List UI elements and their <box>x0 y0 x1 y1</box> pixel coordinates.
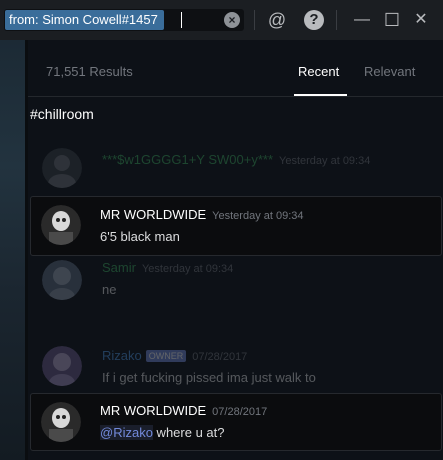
toolbar-divider <box>254 10 255 30</box>
message-content: ne <box>102 282 117 297</box>
search-result-message[interactable]: ***$w1GGGG1+Y SW00+y*** Yesterday at 09:3… <box>30 146 440 190</box>
message-author[interactable]: Samir <box>102 260 136 275</box>
maximize-icon[interactable]: ☐ <box>381 9 403 31</box>
search-result-message[interactable]: MR WORLDWIDE Yesterday at 09:34 6'5 black… <box>30 196 442 256</box>
close-icon[interactable]: ✕ <box>410 9 432 31</box>
message-timestamp: Yesterday at 09:34 <box>279 155 371 167</box>
minimize-icon[interactable]: — <box>351 9 373 31</box>
mention-icon[interactable]: @ <box>266 9 288 31</box>
user-mention[interactable]: @Rizako <box>100 425 153 440</box>
message-author[interactable]: MR WORLDWIDE <box>100 403 206 418</box>
search-result-message[interactable]: MR WORLDWIDE 07/28/2017 @Rizako where u a… <box>30 393 442 451</box>
channel-name[interactable]: #chillroom <box>30 106 94 122</box>
message-content: 6'5 black man <box>100 229 180 244</box>
message-content: If i get fucking pissed ima just walk to <box>102 370 316 385</box>
message-author[interactable]: MR WORLDWIDE <box>100 207 206 222</box>
avatar[interactable] <box>42 148 82 188</box>
owner-badge: OWNER <box>145 350 187 362</box>
search-query-token[interactable]: from: Simon Cowell#1457 <box>5 10 164 30</box>
results-count: 71,551 Results <box>46 64 133 79</box>
avatar[interactable] <box>42 260 82 300</box>
tab-recent[interactable]: Recent <box>298 64 339 79</box>
avatar[interactable] <box>41 402 81 442</box>
message-timestamp: Yesterday at 09:34 <box>212 210 304 222</box>
search-input[interactable]: from: Simon Cowell#1457 × <box>4 9 244 31</box>
close-circle-icon[interactable]: × <box>224 12 240 28</box>
text-caret <box>181 12 182 28</box>
header-divider <box>28 96 443 97</box>
toolbar-divider <box>336 10 337 30</box>
message-author[interactable]: Rizako <box>102 348 142 363</box>
message-author[interactable]: ***$w1GGGG1+Y SW00+y*** <box>102 152 273 167</box>
avatar[interactable] <box>41 205 81 245</box>
top-bar: from: Simon Cowell#1457 × @ ? — ☐ ✕ <box>0 0 443 40</box>
background-blur <box>0 40 28 460</box>
message-content: where u at? <box>152 425 225 440</box>
message-timestamp: 07/28/2017 <box>192 351 248 363</box>
help-icon[interactable]: ? <box>304 10 324 30</box>
search-result-message[interactable]: Rizako OWNER 07/28/2017 If i get fucking p… <box>30 344 440 390</box>
search-result-message[interactable]: Samir Yesterday at 09:34 ne <box>30 256 440 306</box>
message-timestamp: 07/28/2017 <box>212 406 268 418</box>
avatar[interactable] <box>42 346 82 386</box>
message-timestamp: Yesterday at 09:34 <box>141 263 234 275</box>
tab-relevant[interactable]: Relevant <box>364 64 415 79</box>
